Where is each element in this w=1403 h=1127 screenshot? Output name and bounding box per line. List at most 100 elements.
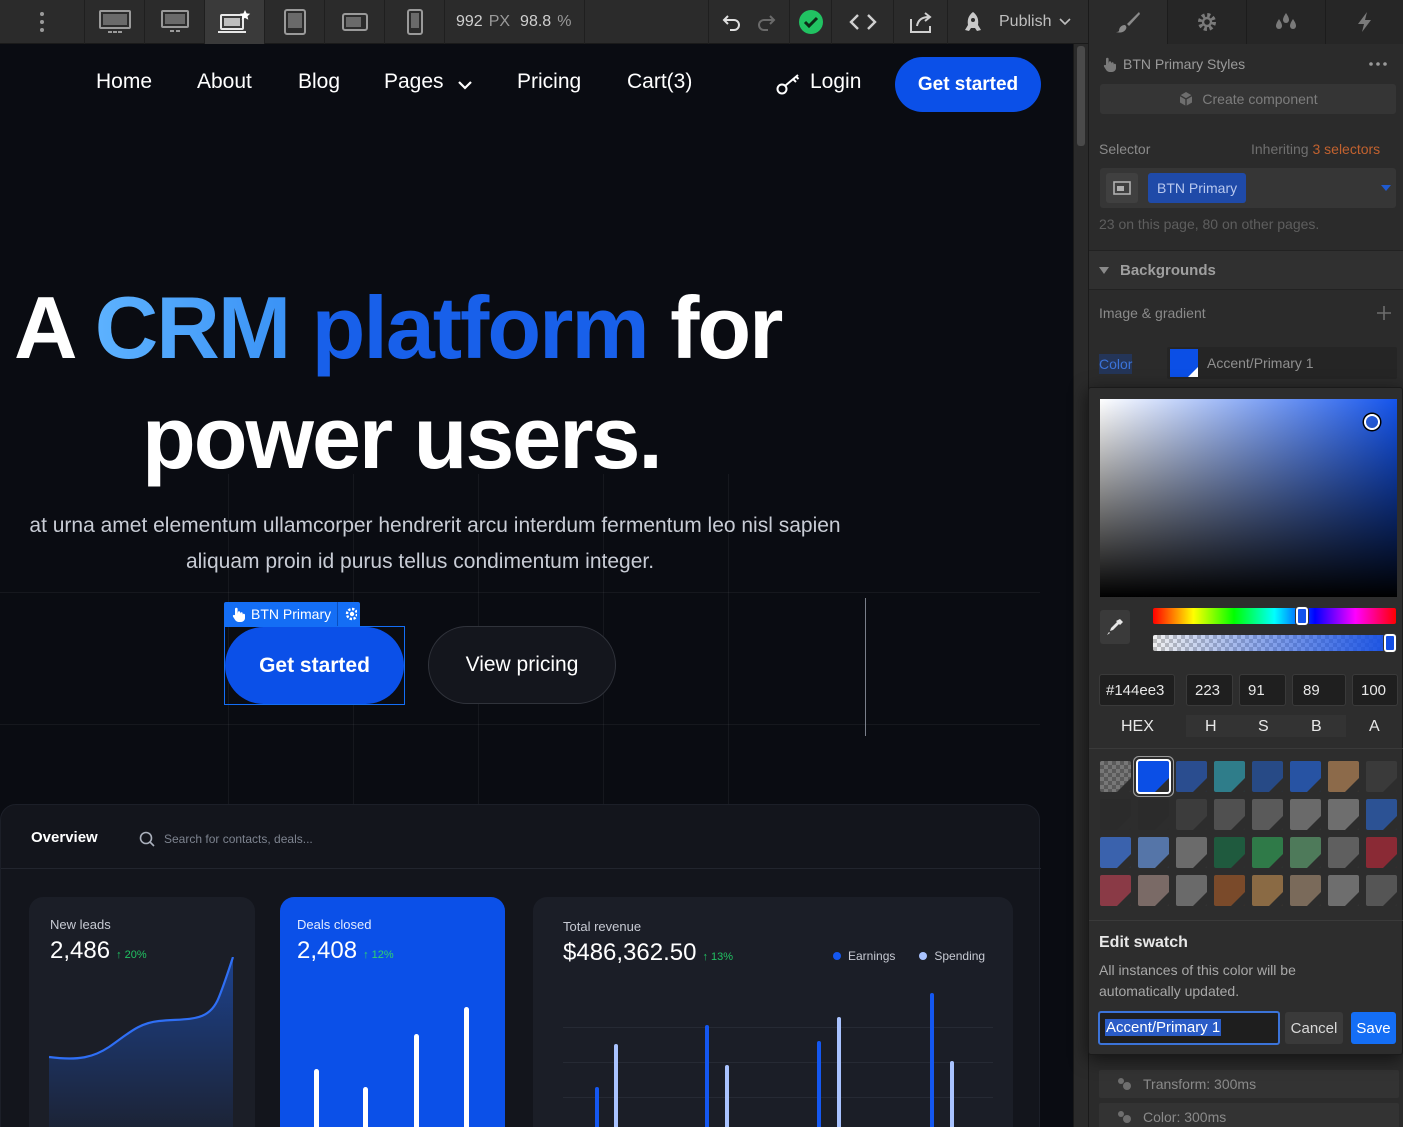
design-canvas[interactable]: Home About Blog Pages Pricing Cart(3) Lo… — [0, 44, 1073, 1127]
site-status-button[interactable] — [790, 0, 832, 44]
color-swatch[interactable] — [1100, 799, 1131, 830]
interactions-tab[interactable] — [1326, 0, 1403, 44]
selector-chip[interactable]: BTN Primary — [1148, 173, 1247, 203]
swatch-selected[interactable] — [1136, 759, 1171, 794]
color-swatch[interactable] — [1100, 761, 1131, 792]
save-button[interactable]: Save — [1351, 1012, 1396, 1044]
color-swatch[interactable] — [1214, 761, 1245, 792]
redo-icon[interactable] — [756, 13, 776, 31]
s-label: S — [1258, 718, 1269, 735]
nav-pricing-link[interactable]: Pricing — [517, 70, 581, 94]
alpha-slider[interactable] — [1153, 634, 1396, 652]
color-swatch[interactable] — [1176, 761, 1207, 792]
color-swatch[interactable] — [1138, 837, 1169, 868]
selector-field[interactable]: BTN Primary — [1100, 168, 1396, 208]
color-swatch[interactable] — [1176, 875, 1207, 906]
nav-login-link[interactable]: Login — [810, 70, 861, 94]
dashboard-search-input[interactable]: Search for contacts, deals... — [164, 832, 313, 846]
color-swatch[interactable] — [1252, 875, 1283, 906]
brightness-input[interactable]: 89 — [1292, 674, 1346, 706]
color-swatch[interactable] — [1290, 761, 1321, 792]
lightning-icon — [1358, 12, 1371, 32]
color-swatch[interactable] — [1138, 799, 1169, 830]
style-manager-tab[interactable] — [1247, 0, 1326, 44]
breakpoint-tablet-button[interactable] — [265, 0, 325, 44]
color-swatch[interactable] — [1366, 799, 1397, 830]
color-swatch[interactable] — [1214, 799, 1245, 830]
color-swatch[interactable] — [1328, 761, 1359, 792]
nav-get-started-button[interactable]: Get started — [895, 57, 1041, 112]
transition-row[interactable]: Color: 300ms — [1099, 1103, 1399, 1127]
color-swatch[interactable] — [1100, 875, 1131, 906]
plus-icon[interactable] — [1377, 306, 1391, 320]
color-swatch[interactable] — [1290, 875, 1321, 906]
breakpoint-mobile-portrait-button[interactable] — [385, 0, 445, 44]
legend-dot-spending — [919, 952, 928, 960]
eyedropper-button[interactable] — [1100, 610, 1130, 644]
color-swatch[interactable] — [1252, 837, 1283, 868]
alpha-handle[interactable] — [1384, 634, 1396, 652]
check-circle-icon — [798, 10, 823, 34]
color-swatch[interactable] — [1214, 875, 1245, 906]
selection-tag[interactable]: BTN Primary — [224, 602, 361, 626]
hue-handle[interactable] — [1296, 607, 1308, 625]
nav-pages-link[interactable]: Pages — [384, 70, 444, 94]
color-swatch[interactable] — [1214, 837, 1245, 868]
legend-earnings: Earnings — [848, 949, 896, 963]
canvas-scrollbar[interactable] — [1073, 44, 1088, 1127]
color-swatch[interactable] — [1290, 837, 1321, 868]
more-menu-button[interactable] — [0, 0, 85, 44]
scrollbar-thumb[interactable] — [1077, 46, 1085, 146]
color-swatch[interactable] — [1176, 837, 1207, 868]
publish-button[interactable]: Publish — [948, 0, 1088, 44]
more-horizontal-icon[interactable] — [1369, 62, 1387, 66]
nav-blog-link[interactable]: Blog — [298, 70, 340, 94]
style-tab[interactable] — [1089, 0, 1168, 44]
hero-view-pricing-button[interactable]: View pricing — [428, 626, 616, 704]
color-swatch[interactable] — [1290, 799, 1321, 830]
color-swatch[interactable] — [1100, 837, 1131, 868]
large-desktop-icon — [98, 10, 131, 33]
swatch-name-input[interactable]: Accent/Primary 1 — [1098, 1011, 1280, 1045]
color-swatch[interactable] — [1366, 837, 1397, 868]
saturation-handle[interactable] — [1364, 414, 1380, 430]
color-swatch[interactable] — [1176, 799, 1207, 830]
color-swatch[interactable] — [1328, 875, 1359, 906]
gear-icon[interactable] — [338, 606, 360, 622]
nav-about-link[interactable]: About — [197, 70, 252, 94]
code-export-button[interactable] — [832, 0, 894, 44]
hero-get-started-button[interactable]: Get started — [225, 627, 404, 704]
breakpoint-mobile-landscape-button[interactable] — [325, 0, 385, 44]
undo-icon[interactable] — [722, 13, 742, 31]
color-swatch[interactable] — [1328, 799, 1359, 830]
canvas-size-readout[interactable]: 992 PX 98.8 % — [445, 0, 585, 44]
color-swatch[interactable] — [1366, 875, 1397, 906]
nav-cart-link[interactable]: Cart(3) — [627, 70, 692, 94]
hex-input[interactable]: #144ee3 — [1099, 674, 1175, 706]
color-swatch[interactable] — [1328, 837, 1359, 868]
share-button[interactable] — [894, 0, 948, 44]
deals-closed-value: 2,408 — [297, 937, 358, 964]
saturation-brightness-area[interactable] — [1100, 399, 1397, 597]
breakpoint-desktop-base-button[interactable] — [205, 0, 265, 44]
saturation-input[interactable]: 91 — [1239, 674, 1286, 706]
hue-slider[interactable] — [1153, 607, 1396, 625]
cancel-button[interactable]: Cancel — [1285, 1012, 1343, 1044]
nav-home-link[interactable]: Home — [96, 70, 152, 94]
alpha-input[interactable]: 100 — [1352, 674, 1398, 706]
color-field[interactable]: Accent/Primary 1 — [1167, 347, 1397, 379]
create-component-button[interactable]: Create component — [1100, 84, 1396, 114]
color-swatch[interactable] — [1252, 799, 1283, 830]
transition-row[interactable]: Transform: 300ms — [1099, 1070, 1399, 1098]
color-swatch[interactable] — [1252, 761, 1283, 792]
hue-input[interactable]: 223 — [1186, 674, 1233, 706]
inheriting-count[interactable]: 3 selectors — [1312, 141, 1380, 157]
settings-tab[interactable] — [1168, 0, 1247, 44]
breakpoint-desktop-wide-button[interactable] — [145, 0, 205, 44]
color-swatch[interactable] — [1138, 875, 1169, 906]
color-swatch[interactable] — [1366, 761, 1397, 792]
caret-down-icon[interactable] — [1381, 185, 1391, 191]
breakpoint-large-desktop-button[interactable] — [85, 0, 145, 44]
backgrounds-section-header[interactable]: Backgrounds — [1089, 250, 1403, 290]
dashboard-tab-overview[interactable]: Overview — [31, 829, 98, 846]
